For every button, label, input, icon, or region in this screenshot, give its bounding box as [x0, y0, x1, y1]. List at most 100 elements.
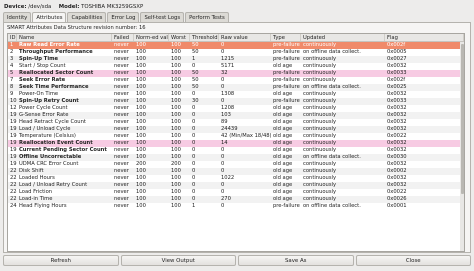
- view-output-button[interactable]: View Output: [120, 255, 236, 266]
- cell-type: old age: [273, 154, 293, 160]
- cell-type: old age: [273, 91, 293, 97]
- cell-name: Spin-Up Retry Count: [19, 98, 79, 104]
- cell-name: Load / Unload Cycle: [19, 126, 71, 132]
- col-header-updated[interactable]: Updated: [301, 34, 385, 41]
- table-row[interactable]: 194Temperature (Celsius) never 100 100 0 42 (…: [8, 133, 464, 140]
- cell-type: old age: [273, 168, 293, 174]
- cell-raw-value: 0: [221, 189, 225, 195]
- table-row[interactable]: 222Loaded Hours never 100 100 0 1022 old age co…: [8, 175, 464, 182]
- cell-normed-value: 100: [136, 91, 146, 97]
- table-row[interactable]: 9 Power-On Time never 100 100 0 1308 old age con…: [8, 91, 464, 98]
- table-row[interactable]: 224Load Friction never 100 100 0 0 old age cont…: [8, 189, 464, 196]
- col-header-threshold[interactable]: Threshold: [190, 34, 219, 41]
- table-row[interactable]: 5 Reallocated Sector Count never 100 100 50 32…: [8, 70, 464, 77]
- cell-type: pre-failure: [273, 98, 300, 104]
- col-header-raw-value[interactable]: Raw value: [219, 34, 271, 41]
- cell-raw-value: 89: [221, 119, 228, 125]
- table-row[interactable]: 197Current Pending Sector Count never 100 1…: [8, 147, 464, 154]
- cell-raw-value: 0: [221, 161, 225, 167]
- refresh-button[interactable]: Refresh: [3, 255, 119, 266]
- cell-type: pre-failure: [273, 203, 300, 209]
- cell-id: 9: [10, 91, 14, 97]
- table-header: ID Name Failed Norm-ed value Worst Thres…: [8, 34, 464, 42]
- cell-worst: 100: [171, 56, 181, 62]
- table-row[interactable]: 198Offline Uncorrectable never 100 100 0 0 old…: [8, 154, 464, 161]
- cell-name: Power-On Time: [19, 91, 59, 97]
- cell-failed: never: [114, 161, 129, 167]
- cell-flag: 0x0005: [387, 49, 407, 55]
- table-row[interactable]: 12 Power Cycle Count never 100 100 0 1208 old a…: [8, 105, 464, 112]
- cell-threshold: 50: [192, 84, 199, 90]
- cell-failed: never: [114, 56, 129, 62]
- cell-worst: 100: [171, 203, 181, 209]
- table-row[interactable]: 226Load-in Time never 100 100 0 270 old age con…: [8, 196, 464, 203]
- attributes-panel: SMART Attributes Data Structure revision…: [3, 22, 471, 253]
- table-row[interactable]: 2 Throughput Performance never 100 100 50 0 pre…: [8, 49, 464, 56]
- cell-normed-value: 100: [136, 133, 146, 139]
- col-header-type[interactable]: Type: [271, 34, 301, 41]
- cell-worst: 100: [171, 196, 181, 202]
- tab-capabilities[interactable]: Capabilities: [67, 12, 107, 22]
- save-as-button[interactable]: Save As: [238, 255, 354, 266]
- cell-raw-value: 0: [221, 168, 225, 174]
- cell-worst: 100: [171, 70, 181, 76]
- table-row[interactable]: 3 Spin-Up Time never 100 100 1 1215 pre-failure…: [8, 56, 464, 63]
- cell-updated: continuously: [303, 161, 337, 167]
- cell-name: Power Cycle Count: [19, 105, 68, 111]
- cell-worst: 100: [171, 133, 181, 139]
- cell-name: Disk Shift: [19, 168, 44, 174]
- col-header-flag[interactable]: Flag: [385, 34, 464, 41]
- cell-failed: never: [114, 126, 129, 132]
- table-row[interactable]: 8 Seek Time Performance never 100 100 50 0 pre-…: [8, 84, 464, 91]
- cell-id: 5: [10, 70, 14, 76]
- cell-failed: never: [114, 70, 129, 76]
- col-header-name[interactable]: Name: [17, 34, 112, 41]
- scrollbar-thumb[interactable]: [460, 44, 464, 194]
- cell-updated: continuously: [303, 70, 337, 76]
- table-row[interactable]: 193Load / Unload Cycle never 100 100 0 24439 o…: [8, 126, 464, 133]
- col-header-failed[interactable]: Failed: [112, 34, 134, 41]
- table-row[interactable]: 240Head Flying Hours never 100 100 1 0 pre-fai…: [8, 203, 464, 210]
- table-row[interactable]: 220Disk Shift never 100 100 0 0 old age continu…: [8, 168, 464, 175]
- cell-worst: 100: [171, 63, 181, 69]
- cell-failed: never: [114, 63, 129, 69]
- cell-id: 197: [10, 147, 17, 153]
- col-header-normed-value[interactable]: Norm-ed value: [134, 34, 169, 41]
- cell-type: old age: [273, 63, 293, 69]
- cell-type: pre-failure: [273, 56, 300, 62]
- attributes-table[interactable]: ID Name Failed Norm-ed value Worst Thres…: [7, 33, 465, 252]
- table-row[interactable]: 10 Spin-Up Retry Count never 100 100 30 0 pre-f…: [8, 98, 464, 105]
- table-row[interactable]: 199UDMA CRC Error Count never 200 200 0 0 old …: [8, 161, 464, 168]
- table-row[interactable]: 192Head Retract Cycle Count never 100 100 0 8…: [8, 119, 464, 126]
- cell-normed-value: 100: [136, 196, 146, 202]
- table-row[interactable]: 191G-Sense Error Rate never 100 100 0 103 old …: [8, 112, 464, 119]
- cell-type: pre-failure: [273, 77, 300, 83]
- col-header-worst[interactable]: Worst: [169, 34, 190, 41]
- vertical-scrollbar[interactable]: [460, 42, 464, 251]
- tab-identity[interactable]: Identity: [3, 12, 32, 22]
- cell-name: Head Flying Hours: [19, 203, 67, 209]
- table-row[interactable]: 7 Seek Error Rate never 100 100 50 0 pre-failur…: [8, 77, 464, 84]
- cell-threshold: 0: [192, 112, 196, 118]
- tab-self-test-logs[interactable]: Self-test Logs: [140, 12, 185, 22]
- cell-threshold: 0: [192, 126, 196, 132]
- table-row[interactable]: 1 Raw Read Error Rate never 100 100 50 0 pre-fa…: [8, 42, 464, 49]
- cell-name: Raw Read Error Rate: [19, 42, 80, 48]
- cell-flag: 0x0022: [387, 133, 407, 139]
- cell-name: Seek Error Rate: [19, 77, 66, 83]
- cell-failed: never: [114, 84, 129, 90]
- close-button[interactable]: Close: [355, 255, 471, 266]
- cell-worst: 100: [171, 147, 181, 153]
- tab-perform-tests[interactable]: Perform Tests: [185, 12, 229, 22]
- col-header-id[interactable]: ID: [8, 34, 17, 41]
- table-row[interactable]: 223Load / Unload Retry Count never 100 100 0…: [8, 182, 464, 189]
- tab-error-log[interactable]: Error Log: [107, 12, 140, 22]
- table-row[interactable]: 196Reallocation Event Count never 100 100 0 1…: [8, 140, 464, 147]
- cell-failed: never: [114, 112, 129, 118]
- cell-name: Seek Time Performance: [19, 84, 89, 90]
- cell-threshold: 0: [192, 133, 196, 139]
- cell-id: 4: [10, 63, 14, 69]
- table-row[interactable]: 4 Start / Stop Count never 100 100 0 5171 old a…: [8, 63, 464, 70]
- cell-id: 223: [10, 182, 17, 188]
- cell-id: 194: [10, 133, 17, 139]
